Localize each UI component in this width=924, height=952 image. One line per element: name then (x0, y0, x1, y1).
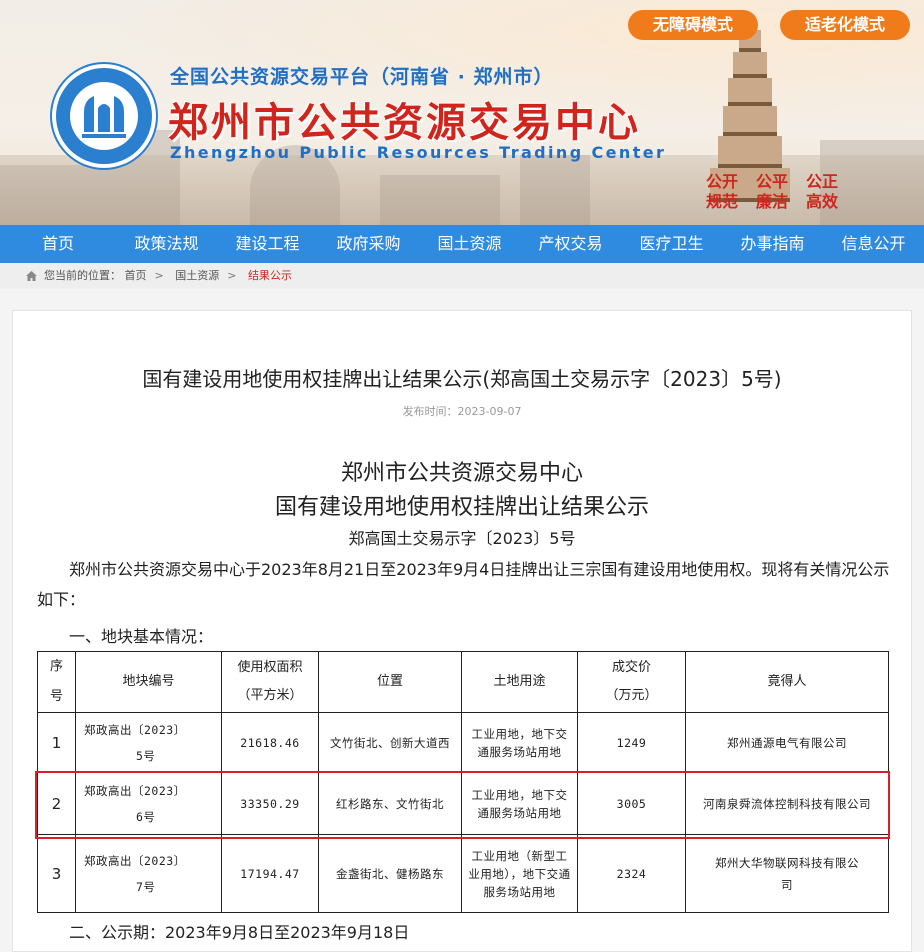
th-area: 使用权面积 （平方米） (221, 651, 319, 713)
nav-item-medical[interactable]: 医疗卫生 (621, 225, 722, 263)
table-header-row: 序号 地块编号 使用权面积 （平方米） 位置 土地用途 成交价 （万元） 竟得人 (37, 651, 889, 713)
accessibility-mode-button[interactable]: 无障碍模式 (628, 10, 758, 40)
cell-area: 17194.47 (221, 834, 319, 913)
article-doc-no: 郑高国土交易示字〔2023〕5号 (348, 529, 576, 548)
publish-time: 发布时间：2023-09-07 (402, 405, 522, 418)
breadcrumb-prefix: 您当前的位置： (44, 269, 121, 282)
cell-location: 红杉路东、文竹街北 (318, 772, 462, 835)
article-title: 国有建设用地使用权挂牌出让结果公示(郑高国土交易示字〔2023〕5号) (142, 367, 782, 391)
platform-title: 全国公共资源交易平台（河南省 · 郑州市） (170, 66, 554, 88)
cell-usage: 工业用地（新型工业用地），地下交通服务场站用地 (461, 834, 578, 913)
section-1-title: 一、地块基本情况： (69, 627, 214, 646)
nav-item-policy[interactable]: 政策法规 (116, 225, 217, 263)
nav-item-procurement[interactable]: 政府采购 (318, 225, 419, 263)
th-winner: 竟得人 (685, 651, 889, 713)
nav-item-property[interactable]: 产权交易 (520, 225, 621, 263)
land-parcel-table: 序号 地块编号 使用权面积 （平方米） 位置 土地用途 成交价 （万元） 竟得人 1… (37, 651, 889, 913)
th-code: 地块编号 (75, 651, 222, 713)
cell-code: 郑政高出〔2023〕 5号 (75, 712, 222, 773)
cell-code: 郑政高出〔2023〕 7号 (75, 834, 222, 913)
cell-area: 21618.46 (221, 712, 319, 773)
section-2-title: 二、公示期：2023年9月8日至2023年9月18日 (69, 923, 410, 942)
cell-seq: 1 (37, 712, 76, 773)
cell-price: 3005 (577, 772, 686, 835)
th-seq: 序号 (37, 651, 76, 713)
main-nav: 首页 政策法规 建设工程 政府采购 国土资源 产权交易 医疗卫生 办事指南 信息… (0, 225, 924, 263)
home-icon (26, 271, 37, 281)
cell-winner: 郑州大华物联网科技有限公司 (685, 834, 889, 913)
th-usage: 土地用途 (461, 651, 578, 713)
cell-seq: 2 (37, 772, 76, 835)
cell-price: 1249 (577, 712, 686, 773)
table-row: 1 郑政高出〔2023〕 5号 21618.46 文竹街北、创新大道西 工业用地，… (37, 712, 889, 773)
nav-item-disclosure[interactable]: 信息公开 (823, 225, 924, 263)
cell-winner: 河南泉舜流体控制科技有限公司 (685, 772, 889, 835)
cell-usage: 工业用地，地下交通服务场站用地 (461, 712, 578, 773)
slogan-item: 廉洁 (755, 192, 788, 211)
th-price: 成交价 （万元） (577, 651, 686, 713)
slogan-item: 规范 (705, 192, 738, 211)
cell-seq: 3 (37, 834, 76, 913)
elderly-mode-button[interactable]: 适老化模式 (780, 10, 910, 40)
center-name: 郑州市公共资源交易中心 (168, 100, 641, 146)
cell-price: 2324 (577, 834, 686, 913)
slogan-block: 公开 公平 公正 规范 廉洁 高效 (697, 172, 847, 212)
slogan-item: 公正 (805, 172, 838, 191)
article-heading: 国有建设用地使用权挂牌出让结果公示 (274, 495, 649, 520)
slogan-item: 公平 (755, 172, 788, 191)
breadcrumb-current: 结果公示 (247, 269, 292, 282)
breadcrumb-home[interactable]: 首页 (125, 269, 147, 282)
cell-location: 金盏街北、健杨路东 (318, 834, 462, 913)
logo-emblem-icon (82, 96, 126, 138)
center-logo (56, 68, 152, 164)
center-name-en: Zhengzhou Public Resources Trading Cente… (170, 143, 667, 162)
cell-usage: 工业用地，地下交通服务场站用地 (461, 772, 578, 835)
cell-location: 文竹街北、创新大道西 (318, 712, 462, 773)
nav-item-home[interactable]: 首页 (0, 225, 116, 263)
nav-item-land[interactable]: 国土资源 (419, 225, 520, 263)
article-intro: 郑州市公共资源交易中心于2023年8月21日至2023年9月4日挂牌出让三宗国有… (37, 560, 890, 609)
cell-code: 郑政高出〔2023〕 6号 (75, 772, 222, 835)
article-card: 国有建设用地使用权挂牌出让结果公示(郑高国土交易示字〔2023〕5号) 发布时间… (12, 310, 912, 952)
slogan-item: 高效 (805, 192, 838, 211)
breadcrumb: 您当前的位置： 首页 > 国土资源 > 结果公示 (0, 263, 924, 289)
cell-area: 33350.29 (221, 772, 319, 835)
table-row-highlighted: 2 郑政高出〔2023〕 6号 33350.29 红杉路东、文竹街北 工业用地，地… (37, 772, 889, 835)
cell-winner: 郑州通源电气有限公司 (685, 712, 889, 773)
table-row: 3 郑政高出〔2023〕 7号 17194.47 金盏街北、健杨路东 工业用地（新… (37, 834, 889, 913)
nav-item-construction[interactable]: 建设工程 (217, 225, 318, 263)
th-location: 位置 (318, 651, 462, 713)
nav-item-guide[interactable]: 办事指南 (722, 225, 823, 263)
slogan-item: 公开 (705, 172, 738, 191)
breadcrumb-land[interactable]: 国土资源 (175, 269, 219, 282)
header-banner: 全国公共资源交易平台（河南省 · 郑州市） 郑州市公共资源交易中心 Zhengz… (0, 0, 924, 225)
article-org: 郑州市公共资源交易中心 (340, 461, 583, 486)
